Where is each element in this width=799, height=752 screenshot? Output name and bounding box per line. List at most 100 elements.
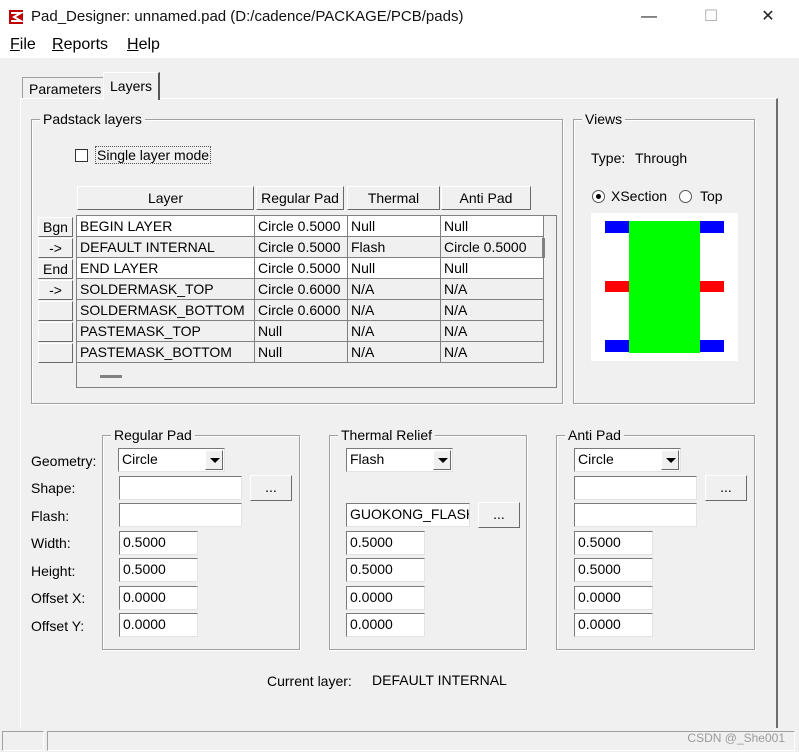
view-type-value: Through	[635, 150, 688, 166]
anti-pad-shape-browse-button[interactable]: ...	[705, 475, 747, 501]
regular-pad-geometry-value: Circle	[122, 451, 158, 467]
maximize-button[interactable]: ☐	[688, 4, 734, 30]
column-header-regular-pad[interactable]: Regular Pad	[256, 186, 344, 210]
end-layer-pad-right	[700, 340, 724, 352]
regular-pad-flash-field[interactable]	[119, 503, 242, 527]
regular-pad-title: Regular Pad	[111, 427, 195, 443]
table-row[interactable]: SOLDERMASK_BOTTOM Circle 0.6000 N/A N/A	[77, 300, 556, 321]
column-header-layer[interactable]: Layer	[77, 186, 254, 210]
thermal-relief-offset-x-field[interactable]: 0.0000	[346, 586, 425, 610]
cell-anti-pad: N/A	[441, 300, 544, 321]
close-button[interactable]: ✕	[745, 4, 791, 30]
thermal-relief-width-field[interactable]: 0.5000	[346, 531, 425, 555]
status-bar	[0, 728, 799, 752]
anti-pad-shape-field[interactable]	[574, 476, 697, 500]
row-button-bgn[interactable]: Bgn	[38, 217, 73, 237]
row-button-pastemask-top[interactable]	[38, 322, 73, 342]
view-type-label: Type:	[591, 150, 626, 166]
cell-anti-pad: Null	[441, 216, 544, 237]
cell-thermal-relief: N/A	[348, 321, 441, 342]
regular-pad-shape-field[interactable]	[119, 476, 242, 500]
drill-barrel	[629, 221, 700, 353]
cell-thermal-relief: N/A	[348, 342, 441, 363]
row-button-soldermask-bottom[interactable]	[38, 301, 73, 321]
top-label: Top	[700, 188, 723, 204]
anti-pad-height-field[interactable]: 0.5000	[574, 558, 653, 582]
cell-layer: PASTEMASK_TOP	[77, 321, 255, 342]
menu-reports-mnemonic: R	[52, 36, 64, 53]
regular-pad-geometry-select[interactable]: Circle	[118, 448, 225, 472]
table-row[interactable]: END LAYER Circle 0.5000 Null Null	[77, 258, 556, 279]
thermal-relief-title: Thermal Relief	[338, 427, 436, 443]
cell-layer: PASTEMASK_BOTTOM	[77, 342, 255, 363]
anti-pad-geometry-select[interactable]: Circle	[574, 448, 681, 472]
cell-layer: DEFAULT INTERNAL	[77, 237, 255, 258]
tab-layers[interactable]: Layers	[103, 72, 161, 100]
thermal-relief-geometry-select[interactable]: Flash	[346, 448, 453, 472]
pad-designer-app-icon	[9, 10, 24, 24]
window-title: Pad_Designer: unnamed.pad (D:/cadence/PA…	[31, 8, 464, 25]
row-button-pastemask-bottom[interactable]	[38, 343, 73, 363]
minimize-button[interactable]: —	[626, 4, 672, 30]
menu-file[interactable]: File	[10, 36, 36, 54]
cell-anti-pad: N/A	[441, 279, 544, 300]
regular-pad-offset-x-field[interactable]: 0.0000	[119, 586, 198, 610]
grid-horizontal-scrollbar[interactable]	[100, 375, 122, 378]
menu-help-mnemonic: H	[127, 36, 139, 53]
menu-help-label: elp	[138, 36, 160, 53]
grid-vertical-scrollbar[interactable]	[542, 238, 545, 258]
anti-pad-flash-field[interactable]	[574, 503, 697, 527]
shape-label: Shape:	[31, 480, 76, 496]
row-button-soldermask-top[interactable]: ->	[38, 280, 73, 300]
cell-layer: SOLDERMASK_TOP	[77, 279, 255, 300]
chevron-down-icon[interactable]	[661, 450, 679, 470]
thermal-relief-right	[700, 281, 724, 292]
cell-layer: BEGIN LAYER	[77, 216, 255, 237]
table-row[interactable]: PASTEMASK_TOP Null N/A N/A	[77, 321, 556, 342]
table-row[interactable]: DEFAULT INTERNAL Circle 0.5000 Flash Cir…	[77, 237, 556, 258]
menu-reports-label: eports	[63, 36, 109, 53]
cell-layer: SOLDERMASK_BOTTOM	[77, 300, 255, 321]
cell-regular-pad: Circle 0.6000	[255, 279, 348, 300]
menu-file-label: ile	[19, 36, 36, 53]
cell-regular-pad: Circle 0.5000	[255, 258, 348, 279]
anti-pad-geometry-value: Circle	[578, 451, 614, 467]
column-header-thermal-relief[interactable]: Thermal Relief	[347, 186, 440, 228]
anti-pad-offset-y-field[interactable]: 0.0000	[574, 613, 653, 637]
current-layer-label: Current layer:	[267, 673, 352, 689]
title-bar: Pad_Designer: unnamed.pad (D:/cadence/PA…	[0, 0, 799, 34]
chevron-down-icon[interactable]	[433, 450, 451, 470]
end-layer-pad-left	[605, 340, 629, 352]
cell-regular-pad: Null	[255, 321, 348, 342]
menu-help[interactable]: Help	[127, 36, 160, 54]
chevron-down-icon[interactable]	[205, 450, 223, 470]
row-button-internal[interactable]: ->	[38, 238, 73, 258]
padstack-layers-grid: BEGIN LAYER Circle 0.5000 Null Null DEFA…	[76, 215, 557, 388]
thermal-relief-offset-y-field[interactable]: 0.0000	[346, 613, 425, 637]
table-row[interactable]: BEGIN LAYER Circle 0.5000 Null Null	[77, 216, 556, 237]
anti-pad-width-field[interactable]: 0.5000	[574, 531, 653, 555]
anti-pad-offset-x-field[interactable]: 0.0000	[574, 586, 653, 610]
status-pane-2	[47, 731, 795, 751]
table-row[interactable]: PASTEMASK_BOTTOM Null N/A N/A	[77, 342, 556, 363]
cell-thermal-relief: N/A	[348, 279, 441, 300]
single-layer-mode-checkbox[interactable]	[75, 149, 88, 162]
thermal-relief-flash-browse-button[interactable]: ...	[478, 502, 520, 528]
begin-layer-pad-right	[700, 221, 724, 233]
xsection-radio[interactable]	[592, 190, 605, 203]
regular-pad-height-field[interactable]: 0.5000	[119, 558, 198, 582]
cell-thermal-relief: Flash	[348, 237, 441, 258]
tab-parameters[interactable]: Parameters	[22, 77, 108, 99]
single-layer-mode-label: Single layer mode	[95, 146, 212, 164]
menu-reports[interactable]: Reports	[52, 36, 108, 54]
regular-pad-width-field[interactable]: 0.5000	[119, 531, 198, 555]
regular-pad-shape-browse-button[interactable]: ...	[250, 475, 292, 501]
table-row[interactable]: SOLDERMASK_TOP Circle 0.6000 N/A N/A	[77, 279, 556, 300]
regular-pad-offset-y-field[interactable]: 0.0000	[119, 613, 198, 637]
thermal-relief-flash-field[interactable]: GUOKONG_FLASH	[346, 503, 470, 527]
top-radio[interactable]	[679, 190, 692, 203]
menu-file-mnemonic: F	[10, 36, 20, 53]
thermal-relief-height-field[interactable]: 0.5000	[346, 558, 425, 582]
row-button-end[interactable]: End	[38, 259, 73, 279]
column-header-anti-pad[interactable]: Anti Pad	[441, 186, 531, 210]
